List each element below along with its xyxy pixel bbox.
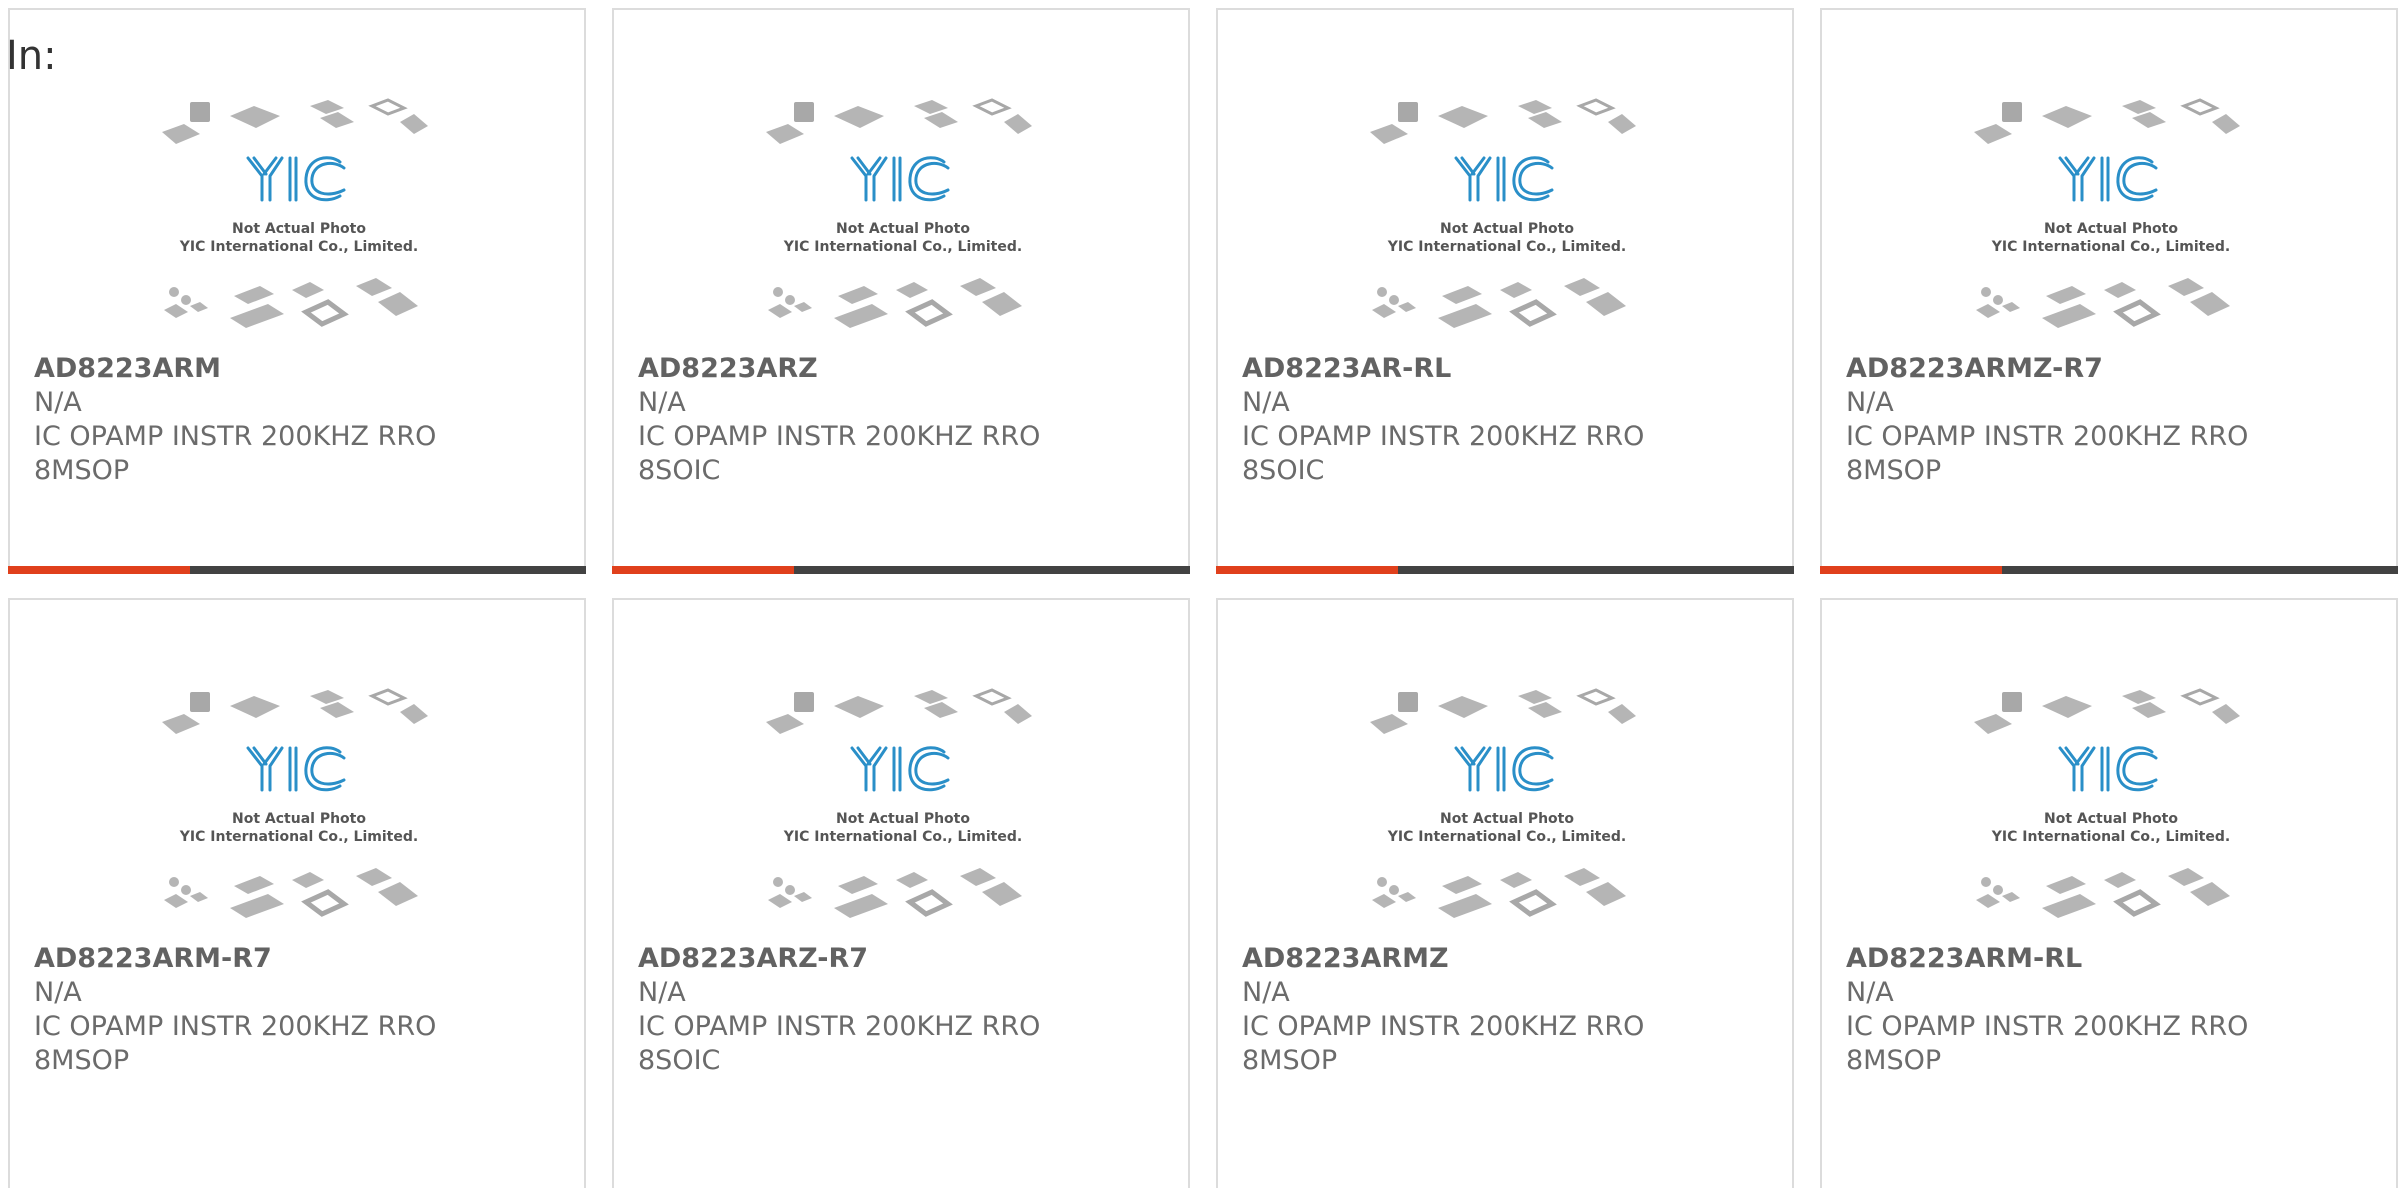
product-info: AD8223ARMZ-R7 N/A IC OPAMP INSTR 200KHZ … (1846, 352, 2376, 488)
part-package: 8MSOP (1846, 1045, 1942, 1076)
caption-line1: Not Actual Photo (232, 811, 366, 827)
part-status: N/A (34, 387, 82, 418)
part-number[interactable]: AD8223ARZ (638, 352, 1168, 386)
product-card[interactable]: Not Actual Photo YIC International Co., … (612, 8, 1190, 574)
card-footer-accent (1216, 566, 1398, 574)
product-card[interactable]: Not Actual Photo YIC International Co., … (1820, 598, 2398, 1188)
part-status: N/A (1242, 387, 1290, 418)
part-package: 8SOIC (1242, 455, 1325, 486)
card-footer-accent (612, 566, 794, 574)
part-package: 8MSOP (1846, 455, 1942, 486)
caption-line2: YIC International Co., Limited. (783, 239, 1022, 255)
part-status: N/A (1846, 977, 1894, 1008)
placeholder-photo: Not Actual Photo YIC International Co., … (1974, 98, 2240, 328)
part-number[interactable]: AD8223ARM (34, 352, 564, 386)
part-description: IC OPAMP INSTR 200KHZ RRO (34, 421, 437, 452)
product-info: AD8223ARM N/A IC OPAMP INSTR 200KHZ RRO … (34, 352, 564, 488)
caption-line2: YIC International Co., Limited. (1387, 239, 1626, 255)
part-description: IC OPAMP INSTR 200KHZ RRO (1242, 1011, 1645, 1042)
part-description: IC OPAMP INSTR 200KHZ RRO (1846, 421, 2249, 452)
card-footer-bar (612, 566, 1190, 574)
part-description: IC OPAMP INSTR 200KHZ RRO (1242, 421, 1645, 452)
caption-line2: YIC International Co., Limited. (1991, 829, 2230, 845)
product-info: AD8223ARMZ N/A IC OPAMP INSTR 200KHZ RRO… (1242, 942, 1772, 1078)
placeholder-photo: Not Actual Photo YIC International Co., … (162, 98, 428, 328)
caption-line1: Not Actual Photo (1440, 221, 1574, 237)
part-status: N/A (1846, 387, 1894, 418)
placeholder-photo: Not Actual Photo YIC International Co., … (766, 98, 1032, 328)
card-footer-bar (1820, 566, 2398, 574)
product-card[interactable]: Not Actual Photo YIC International Co., … (1216, 598, 1794, 1188)
part-number[interactable]: AD8223ARMZ (1242, 942, 1772, 976)
caption-line1: Not Actual Photo (2044, 811, 2178, 827)
part-number[interactable]: AD8223ARM-R7 (34, 942, 564, 976)
caption-line2: YIC International Co., Limited. (179, 239, 418, 255)
part-description: IC OPAMP INSTR 200KHZ RRO (638, 1011, 1041, 1042)
product-info: AD8223ARZ-R7 N/A IC OPAMP INSTR 200KHZ R… (638, 942, 1168, 1078)
placeholder-photo: Not Actual Photo YIC International Co., … (162, 688, 428, 918)
product-card[interactable]: Not Actual Photo YIC International Co., … (8, 8, 586, 574)
caption-line1: Not Actual Photo (836, 221, 970, 237)
caption-line2: YIC International Co., Limited. (1387, 829, 1626, 845)
part-package: 8MSOP (34, 1045, 130, 1076)
product-card[interactable]: Not Actual Photo YIC International Co., … (8, 598, 586, 1188)
product-info: AD8223AR-RL N/A IC OPAMP INSTR 200KHZ RR… (1242, 352, 1772, 488)
caption-line1: Not Actual Photo (232, 221, 366, 237)
caption-line1: Not Actual Photo (836, 811, 970, 827)
part-package: 8MSOP (34, 455, 130, 486)
part-status: N/A (34, 977, 82, 1008)
placeholder-photo: Not Actual Photo YIC International Co., … (766, 688, 1032, 918)
part-description: IC OPAMP INSTR 200KHZ RRO (638, 421, 1041, 452)
part-package: 8SOIC (638, 1045, 721, 1076)
part-number[interactable]: AD8223ARM-RL (1846, 942, 2376, 976)
part-status: N/A (638, 387, 686, 418)
product-info: AD8223ARM-RL N/A IC OPAMP INSTR 200KHZ R… (1846, 942, 2376, 1078)
caption-line2: YIC International Co., Limited. (783, 829, 1022, 845)
card-footer-bar (1216, 566, 1794, 574)
product-card[interactable]: Not Actual Photo YIC International Co., … (1820, 8, 2398, 574)
part-description: IC OPAMP INSTR 200KHZ RRO (1846, 1011, 2249, 1042)
product-card[interactable]: Not Actual Photo YIC International Co., … (612, 598, 1190, 1188)
in-label: In: (6, 33, 57, 79)
placeholder-photo: Not Actual Photo YIC International Co., … (1370, 98, 1636, 328)
placeholder-photo: Not Actual Photo YIC International Co., … (1370, 688, 1636, 918)
placeholder-photo: Not Actual Photo YIC International Co., … (1974, 688, 2240, 918)
part-number[interactable]: AD8223ARZ-R7 (638, 942, 1168, 976)
product-card[interactable]: Not Actual Photo YIC International Co., … (1216, 8, 1794, 574)
caption-line2: YIC International Co., Limited. (1991, 239, 2230, 255)
product-grid: Not Actual Photo YIC International Co., … (8, 8, 2400, 1188)
caption-line1: Not Actual Photo (1440, 811, 1574, 827)
part-status: N/A (638, 977, 686, 1008)
part-number[interactable]: AD8223AR-RL (1242, 352, 1772, 386)
card-footer-bar (8, 566, 586, 574)
card-footer-accent (8, 566, 190, 574)
part-package: 8MSOP (1242, 1045, 1338, 1076)
caption-line2: YIC International Co., Limited. (179, 829, 418, 845)
product-info: AD8223ARZ N/A IC OPAMP INSTR 200KHZ RRO … (638, 352, 1168, 488)
card-footer-accent (1820, 566, 2002, 574)
part-description: IC OPAMP INSTR 200KHZ RRO (34, 1011, 437, 1042)
product-info: AD8223ARM-R7 N/A IC OPAMP INSTR 200KHZ R… (34, 942, 564, 1078)
caption-line1: Not Actual Photo (2044, 221, 2178, 237)
part-number[interactable]: AD8223ARMZ-R7 (1846, 352, 2376, 386)
part-status: N/A (1242, 977, 1290, 1008)
part-package: 8SOIC (638, 455, 721, 486)
